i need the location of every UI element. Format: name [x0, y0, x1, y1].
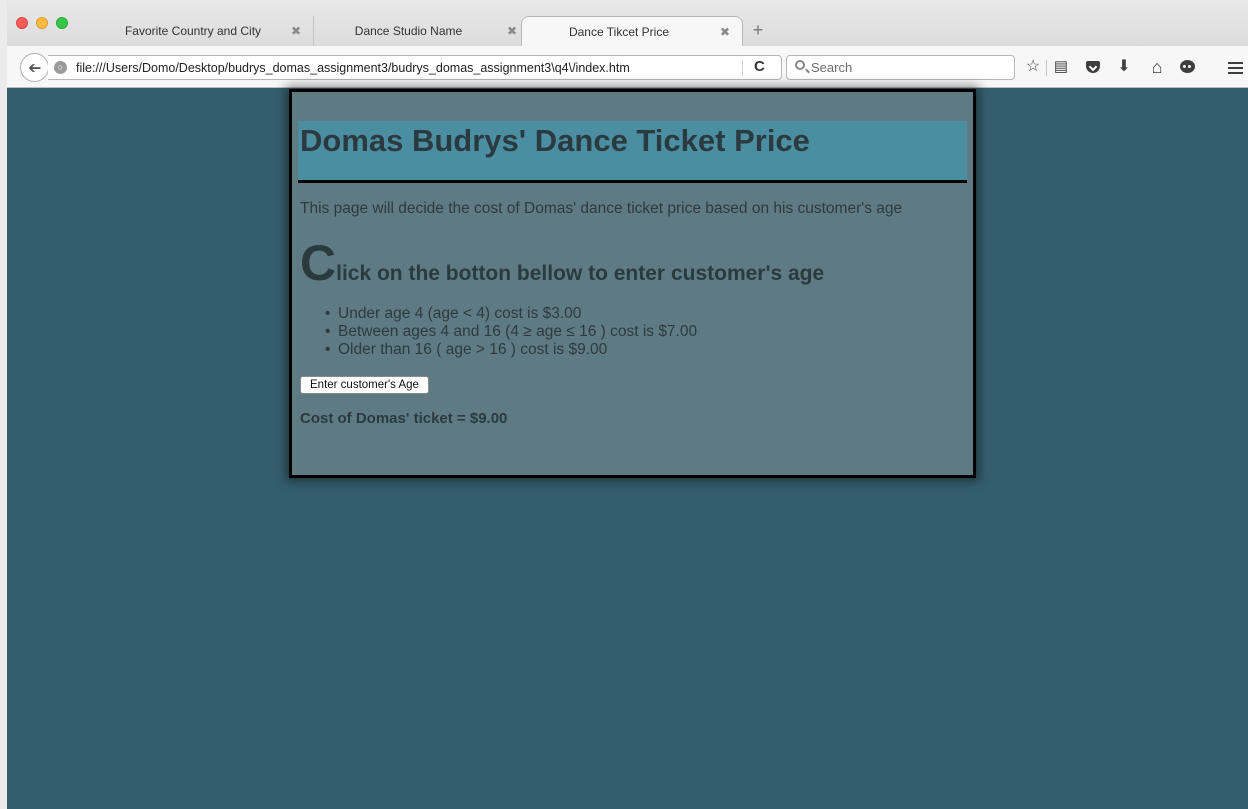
tab-close-icon[interactable]: ✖ — [503, 24, 521, 38]
page-intro: This page will decide the cost of Domas'… — [300, 200, 903, 217]
tab-label: Dance Tikcet Price — [568, 24, 670, 39]
reload-icon[interactable]: C — [754, 58, 765, 75]
pocket-glyph — [1086, 60, 1100, 73]
chat-glyph — [1179, 60, 1195, 74]
page-viewport: Domas Budrys' Dance Ticket Price This pa… — [7, 88, 1248, 809]
hamburger-menu-icon[interactable] — [1228, 62, 1243, 74]
chat-icon[interactable] — [1176, 56, 1198, 78]
list-item: Between ages 4 and 16 (4 ≥ age ≤ 16 ) co… — [338, 323, 967, 341]
bookmark-star-icon[interactable]: ☆ — [1022, 56, 1044, 78]
pocket-icon[interactable] — [1082, 56, 1104, 78]
reading-list-icon[interactable]: ▤ — [1050, 56, 1072, 78]
search-bar[interactable] — [786, 55, 1015, 80]
price-rules-list: Under age 4 (age < 4) cost is $3.00 Betw… — [298, 305, 967, 359]
ticket-cost-result: Cost of Domas' ticket = $9.00 — [300, 410, 508, 427]
tab-strip: Favorite Country and City ✖ Dance Studio… — [7, 0, 1248, 46]
tab-close-icon[interactable]: ✖ — [287, 24, 305, 38]
url-bar[interactable]: ○ file:///Users/Domo/Desktop/budrys_doma… — [48, 55, 782, 80]
tab-dance-studio[interactable]: Dance Studio Name ✖ — [313, 16, 527, 46]
browser-window: Favorite Country and City ✖ Dance Studio… — [7, 0, 1248, 809]
instruction-text: lick on the botton bellow to enter custo… — [336, 262, 825, 285]
list-item: Older than 16 ( age > 16 ) cost is $9.00 — [338, 341, 967, 359]
new-tab-button[interactable]: + — [749, 20, 767, 40]
instruction-drop-cap: C — [300, 235, 337, 291]
url-divider — [742, 60, 743, 76]
search-icon — [795, 60, 805, 70]
back-arrow-icon[interactable]: ➔ — [20, 53, 49, 82]
instruction-heading: Click on the botton bellow to enter cust… — [300, 238, 967, 301]
download-icon[interactable]: ⬇ — [1113, 56, 1135, 78]
globe-icon: ○ — [54, 61, 67, 74]
tab-label: Dance Studio Name — [354, 24, 463, 38]
content-box: Domas Budrys' Dance Ticket Price This pa… — [289, 89, 976, 478]
tab-label: Favorite Country and City — [124, 24, 262, 38]
enter-age-button[interactable]: Enter customer's Age — [300, 376, 429, 394]
page-title: Domas Budrys' Dance Ticket Price — [300, 123, 810, 158]
search-input[interactable] — [811, 59, 1007, 76]
tab-close-icon[interactable]: ✖ — [716, 25, 734, 39]
navigation-bar: ➔ ○ file:///Users/Domo/Desktop/budrys_do… — [7, 46, 1248, 88]
tab-favorite-country[interactable]: Favorite Country and City ✖ — [99, 16, 311, 46]
page-banner: Domas Budrys' Dance Ticket Price — [298, 121, 967, 183]
tab-dance-ticket-price[interactable]: Dance Tikcet Price ✖ — [521, 16, 743, 46]
close-window-button[interactable] — [16, 17, 28, 29]
url-text[interactable]: file:///Users/Domo/Desktop/budrys_domas_… — [76, 61, 630, 75]
minimize-window-button[interactable] — [36, 17, 48, 29]
back-arrow-glyph: ➔ — [27, 59, 42, 76]
zoom-window-button[interactable] — [56, 17, 68, 29]
list-item: Under age 4 (age < 4) cost is $3.00 — [338, 305, 967, 323]
toolbar-divider — [1046, 60, 1047, 76]
home-icon[interactable]: ⌂ — [1146, 56, 1168, 78]
